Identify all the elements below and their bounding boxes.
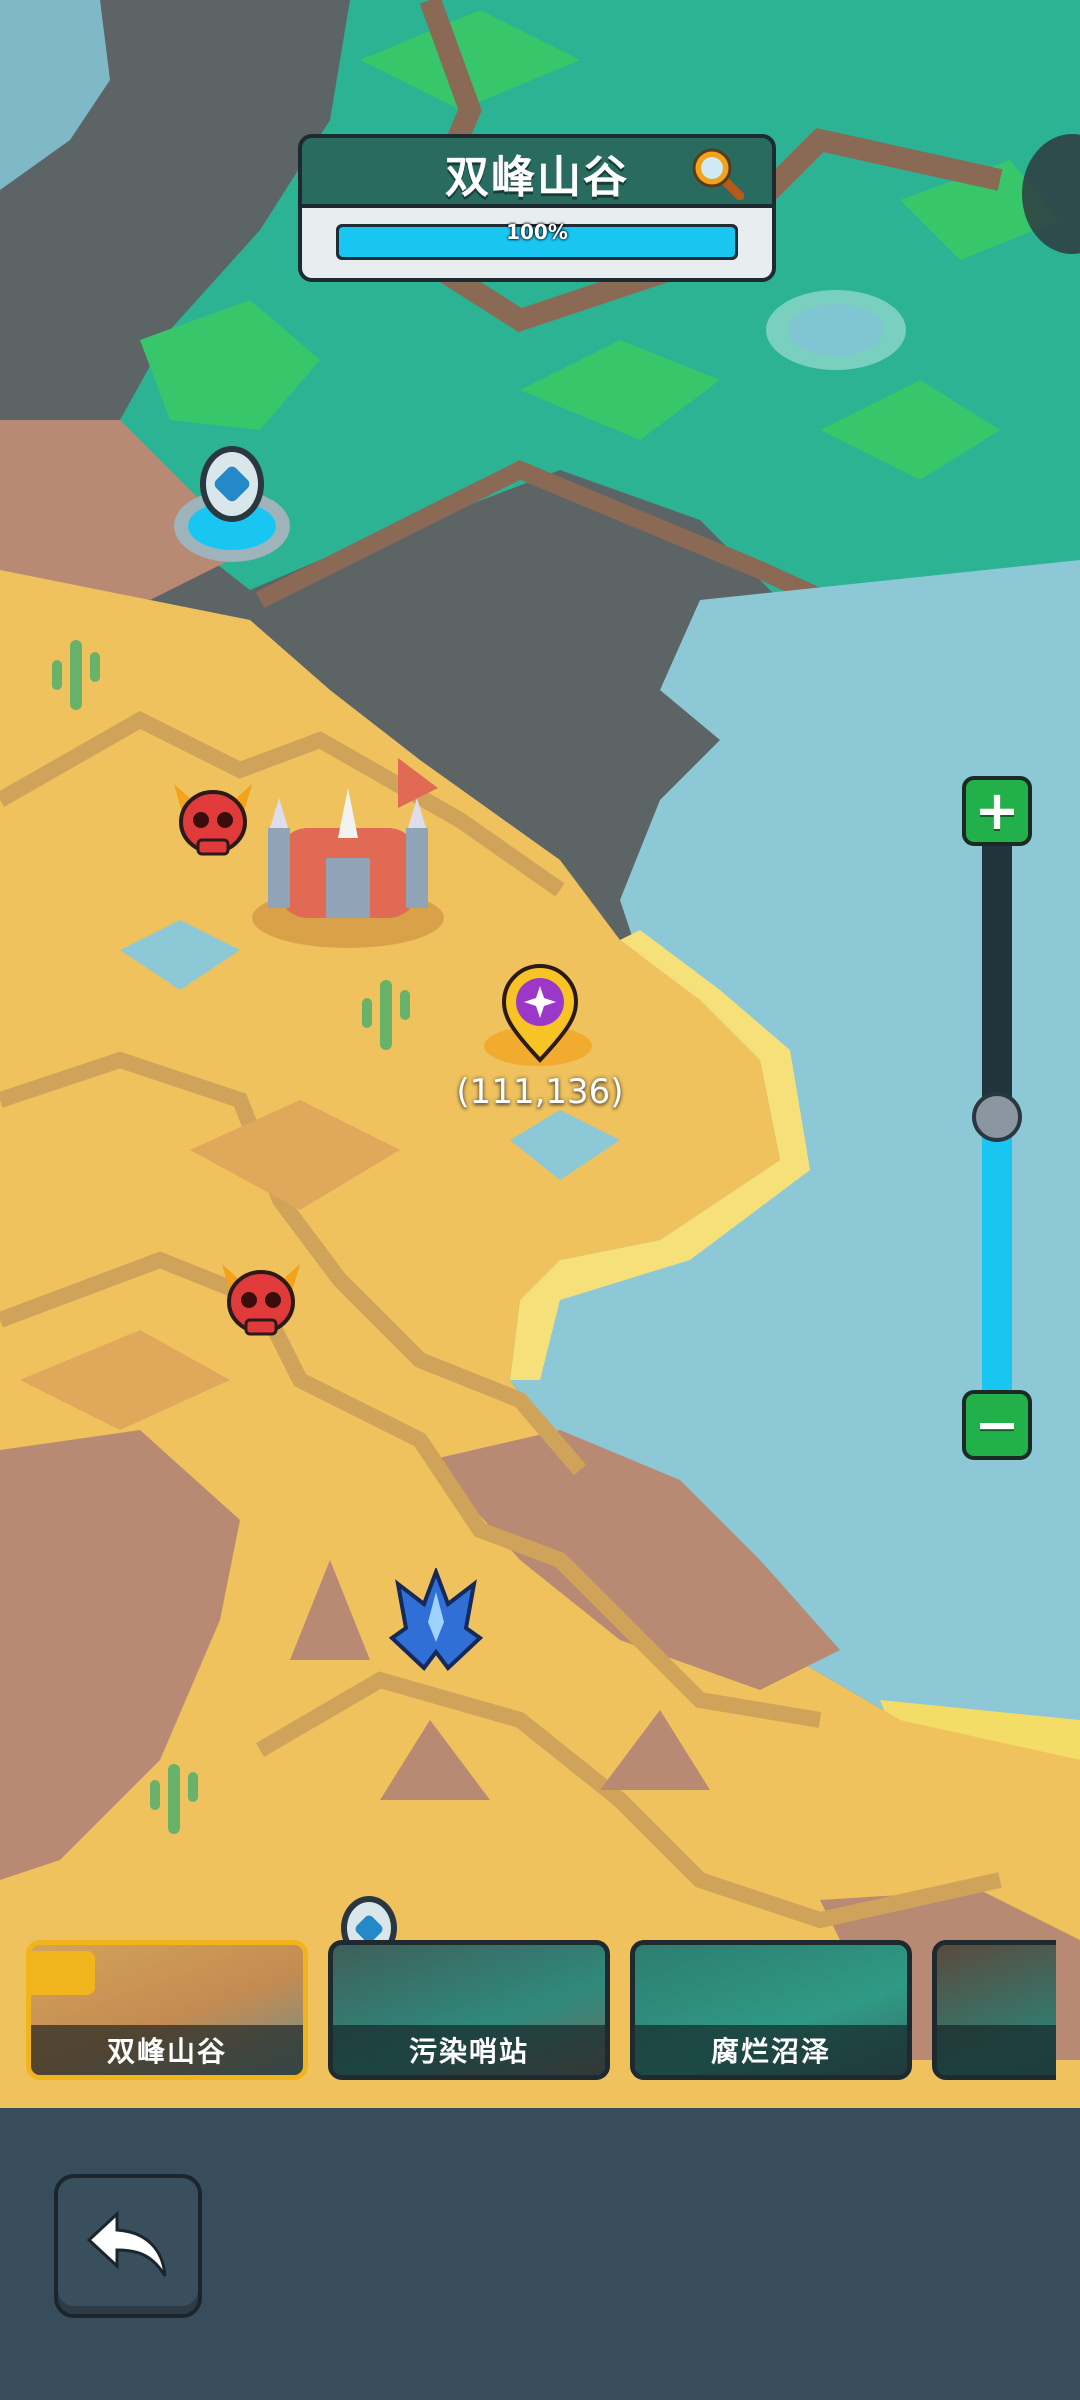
region-card[interactable]: 双峰山谷 [26,1940,308,2080]
region-card-label: 双峰山谷 [31,2025,303,2075]
progress-text: 100% [506,220,568,244]
current-location-flag [31,1951,95,1995]
back-button[interactable] [54,2174,202,2318]
search-icon[interactable] [690,146,744,200]
minus-icon: − [974,1393,1020,1456]
region-card-label: 寒 [937,2025,1056,2075]
coordinate-label: (111,136) [456,1072,624,1112]
castle-icon[interactable] [248,748,448,948]
zoom-slider-fill [982,1118,1012,1418]
blue-crown-icon[interactable] [388,1568,484,1672]
location-pin-icon[interactable] [480,964,600,1074]
zoom-slider-thumb[interactable] [972,1092,1022,1142]
demon-skull-icon[interactable] [216,1258,306,1348]
region-card-label: 腐烂沼泽 [635,2025,907,2075]
region-progress: 100% [302,204,772,278]
demon-skull-icon[interactable] [168,778,258,868]
region-card[interactable]: 寒 [932,1940,1056,2080]
region-card[interactable]: 污染哨站 [328,1940,610,2080]
zoom-out-button[interactable]: − [962,1390,1032,1460]
portal-icon[interactable] [170,444,294,574]
region-card[interactable]: 腐烂沼泽 [630,1940,912,2080]
zoom-in-button[interactable]: + [962,776,1032,846]
plus-icon: + [974,779,1020,842]
region-card-label: 污染哨站 [333,2025,605,2075]
back-arrow-icon [86,2210,167,2277]
region-card-list[interactable]: 双峰山谷 污染哨站 腐烂沼泽 寒 [0,1936,1056,2086]
world-map[interactable] [0,0,1080,2108]
